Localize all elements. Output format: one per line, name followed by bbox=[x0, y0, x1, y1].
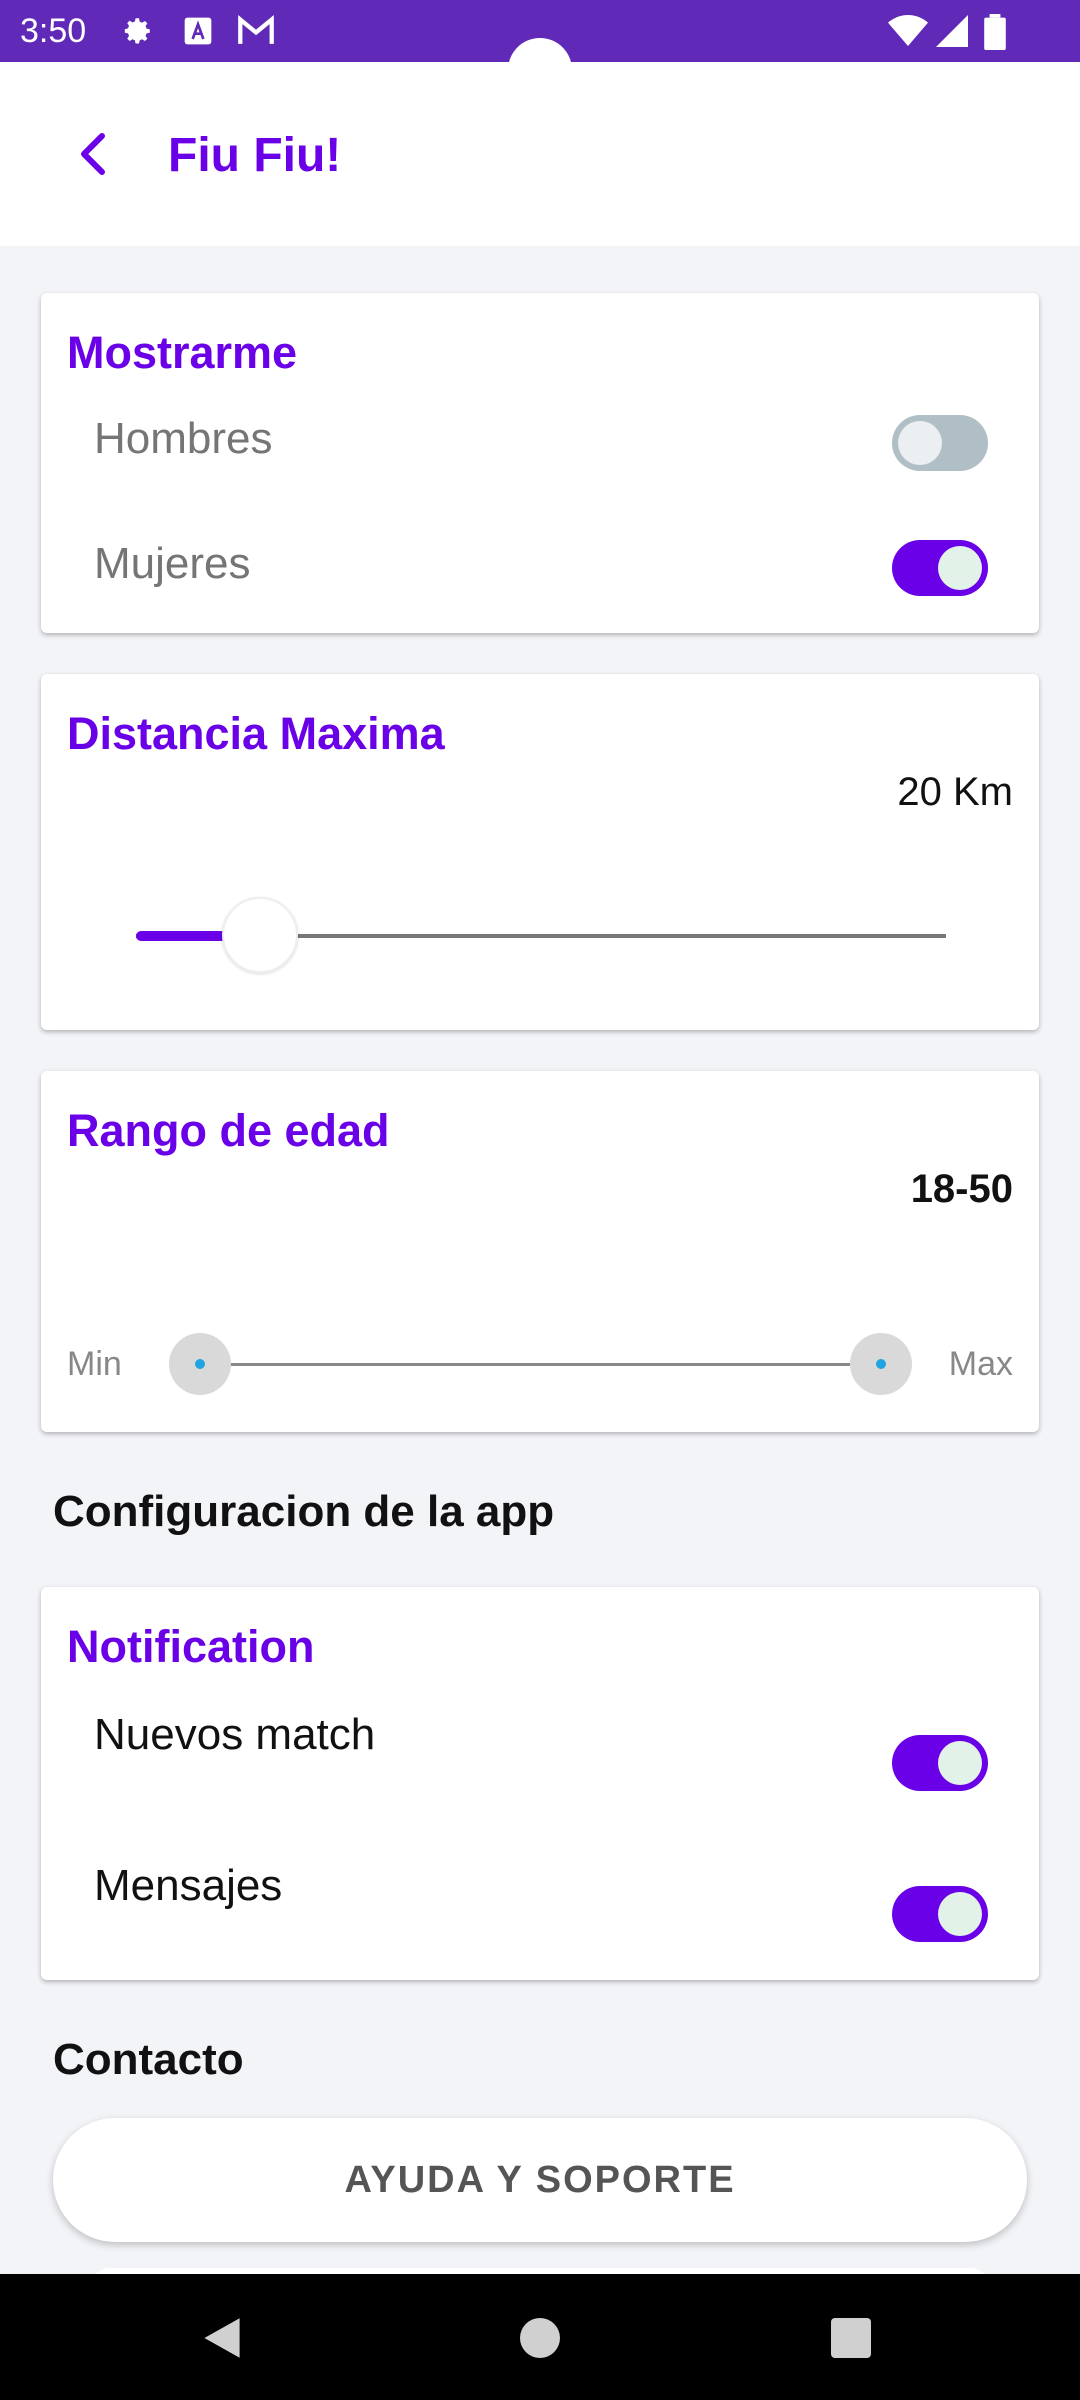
thumb-dot bbox=[195, 1359, 205, 1369]
system-nav-bar bbox=[0, 2274, 1080, 2400]
notification-card: Notification Nuevos match Mensajes bbox=[41, 1587, 1039, 1980]
distance-slider-thumb[interactable] bbox=[221, 897, 298, 973]
thumb-dot bbox=[876, 1359, 886, 1369]
nav-recents-icon[interactable] bbox=[831, 2318, 871, 2358]
age-min-label: Min bbox=[67, 1345, 122, 1383]
card-title: Distancia Maxima bbox=[67, 708, 445, 759]
age-slider-low-thumb[interactable] bbox=[169, 1333, 231, 1395]
toggle-thumb bbox=[938, 1741, 982, 1785]
card-title: Rango de edad bbox=[67, 1105, 390, 1156]
card-title: Mostrarme bbox=[67, 327, 298, 378]
contact-header: Contacto bbox=[53, 2035, 244, 2084]
signal-icon bbox=[936, 14, 968, 53]
nav-home-icon[interactable] bbox=[520, 2318, 560, 2358]
toggle-thumb bbox=[898, 421, 942, 465]
age-slider-high-thumb[interactable] bbox=[850, 1333, 912, 1395]
help-support-button[interactable]: AYUDA Y SOPORTE bbox=[53, 2118, 1027, 2242]
page-title: Fiu Fiu! bbox=[168, 129, 342, 182]
app-bar: Fiu Fiu! bbox=[0, 62, 1080, 246]
toggle-label-new-match: Nuevos match bbox=[94, 1710, 376, 1759]
toggle-thumb bbox=[938, 546, 982, 590]
distance-value: 20 Km bbox=[897, 770, 1013, 814]
battery-icon bbox=[984, 14, 1006, 55]
age-slider-track[interactable] bbox=[169, 1333, 912, 1395]
app-config-header: Configuracion de la app bbox=[53, 1487, 555, 1536]
chevron-left-icon[interactable] bbox=[70, 130, 118, 178]
status-time: 3:50 bbox=[20, 12, 87, 50]
women-toggle[interactable] bbox=[892, 540, 988, 596]
show-me-card: Mostrarme Hombres Mujeres bbox=[41, 293, 1039, 633]
age-card: Rango de edad 18-50 Min Max bbox=[41, 1071, 1039, 1432]
gmail-icon bbox=[236, 14, 276, 53]
toggle-label-women: Mujeres bbox=[94, 539, 251, 588]
distance-slider-track[interactable] bbox=[136, 897, 946, 973]
font-a-icon bbox=[182, 14, 214, 53]
nav-back-icon[interactable] bbox=[200, 2316, 244, 2365]
wifi-icon bbox=[888, 14, 928, 53]
age-range-value: 18-50 bbox=[910, 1167, 1013, 1211]
toggle-label-men: Hombres bbox=[94, 414, 273, 463]
toggle-label-messages: Mensajes bbox=[94, 1861, 283, 1910]
new-match-toggle[interactable] bbox=[892, 1735, 988, 1791]
men-toggle[interactable] bbox=[892, 415, 988, 471]
card-title: Notification bbox=[67, 1621, 315, 1672]
toggle-thumb bbox=[938, 1892, 982, 1936]
messages-toggle[interactable] bbox=[892, 1886, 988, 1942]
distance-card: Distancia Maxima 20 Km bbox=[41, 674, 1039, 1030]
age-max-label: Max bbox=[948, 1345, 1013, 1383]
gear-icon bbox=[120, 14, 154, 53]
